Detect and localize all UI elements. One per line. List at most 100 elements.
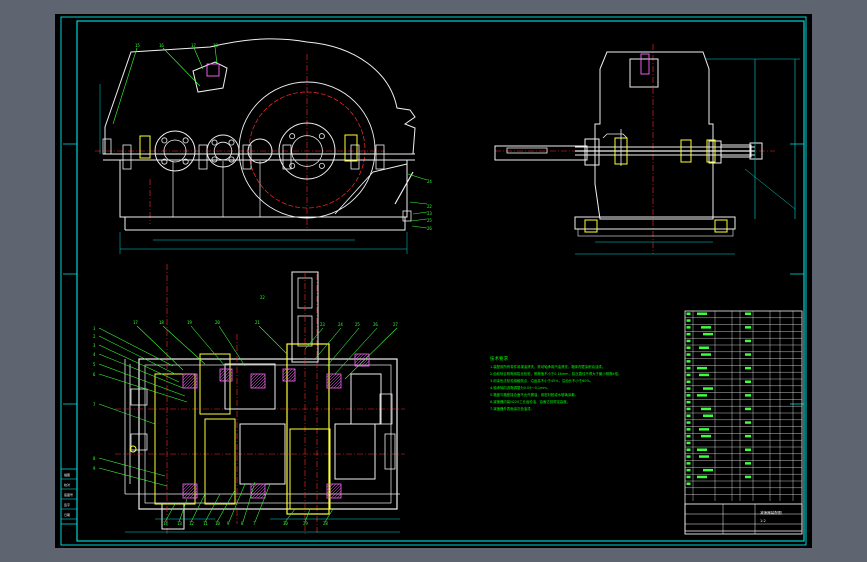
bom-qty-mark — [745, 421, 751, 424]
front-balloon: 22 — [427, 204, 432, 209]
hatch-line — [354, 353, 368, 367]
bom-qty-mark — [745, 462, 751, 465]
bom-index-mark — [686, 428, 691, 431]
front-balloon: 25 — [427, 218, 432, 223]
hatch-line — [326, 373, 334, 381]
plan-balloon-top: 21 — [255, 320, 260, 325]
bolt-hole — [289, 162, 296, 169]
front-view — [95, 38, 428, 254]
front-balloon: 17 — [191, 43, 196, 48]
plan-balloon-bottom: 30 — [283, 521, 288, 526]
bom-name-mark — [699, 346, 709, 349]
hatch-line — [257, 490, 266, 499]
bom-name-mark — [697, 475, 707, 479]
bom-name-mark — [701, 407, 711, 411]
hatched-bearing — [250, 483, 266, 499]
plan-section-view — [115, 264, 405, 534]
bom-index-mark — [686, 407, 691, 411]
leader-line — [98, 363, 186, 397]
front-balloon: 24 — [427, 179, 432, 184]
foot-bolt — [714, 219, 728, 233]
notes-line: 3.用涂色法检验接触斑点，沿齿高不小于45%，沿齿长不小于60%。 — [490, 378, 593, 383]
notes-line: 4.轴承轴向游隙调整为0.05～0.1mm。 — [490, 385, 550, 390]
stamp-cell: 底图号 — [64, 492, 73, 497]
front-balloon: 18 — [213, 43, 218, 48]
bom-border — [684, 310, 803, 532]
hatch-line — [182, 373, 196, 387]
leader-line — [98, 327, 174, 367]
hatch-line — [250, 373, 264, 387]
keyway — [506, 147, 548, 154]
plan-balloon-bottom: 9 — [227, 521, 230, 526]
bolt-hole — [228, 139, 235, 146]
base-foot — [124, 217, 406, 231]
drawing-scale: 1:2 — [760, 519, 766, 523]
technical-notes: 技术要求 1.装配前所有零件用煤油清洗，滚动轴承用汽油清洗，箱体内壁涂耐油油漆。… — [490, 355, 621, 411]
leader-line — [162, 325, 206, 365]
bolt-head — [602, 133, 628, 139]
side-base — [594, 154, 714, 220]
front-balloon: 26 — [427, 226, 432, 231]
stamp-cell: 日期 — [64, 512, 70, 517]
bolt-hole — [182, 137, 189, 144]
plan-balloon-left: 3 — [93, 343, 96, 348]
bom-index-mark — [686, 366, 691, 370]
foot-bolt — [584, 219, 598, 233]
hatch-line — [250, 373, 258, 381]
hatch-line — [182, 483, 190, 491]
hatch-line — [333, 380, 342, 389]
bom-name-mark — [699, 373, 709, 377]
side-cover — [599, 51, 714, 154]
bom-name-mark — [699, 455, 709, 458]
lifting-eye — [629, 58, 659, 88]
hatch-line — [254, 377, 266, 389]
hatch-line — [189, 490, 198, 499]
notes-heading: 技术要求 — [490, 355, 508, 362]
leader-line — [190, 325, 226, 367]
bearing-cap — [384, 433, 396, 470]
inspection-cover — [192, 61, 228, 93]
bolt-hole — [289, 133, 296, 140]
gearbox-cover — [104, 38, 416, 155]
notes-line: 2.齿轮啮合侧隙用铅丝检验，侧隙值不小于0.16mm，铅丝直径不得大于最小侧隙4… — [490, 371, 621, 376]
leader-line — [326, 327, 360, 367]
bom-qty-mark — [745, 434, 751, 438]
bom-name-mark — [697, 394, 707, 397]
bom-index-mark — [686, 455, 691, 458]
side-foot-bottom — [577, 228, 734, 237]
flange-bolt — [350, 144, 360, 170]
plan-balloon-bottom: 7 — [253, 521, 256, 526]
plan-balloon-top: 19 — [187, 320, 192, 325]
plan-balloon-bottom: 10 — [215, 521, 220, 526]
bom-qty-mark — [745, 353, 751, 356]
bom-name-mark — [701, 434, 711, 438]
bom-index-mark — [686, 475, 691, 479]
plan-balloon-bottom: 29 — [303, 521, 308, 526]
bom-name-mark — [703, 468, 713, 472]
bom-qty-mark — [745, 448, 751, 451]
bom-index-mark — [686, 326, 691, 329]
bom-index-mark — [686, 468, 691, 472]
leader-line — [98, 403, 156, 425]
drawing-viewport[interactable]: 技术要求 1.装配前所有零件用煤油清洗，滚动轴承用汽油清洗，箱体内壁涂耐油油漆。… — [55, 14, 812, 548]
gear-outline — [224, 363, 276, 410]
plan-balloon-top: 17 — [133, 320, 138, 325]
hatch-line — [282, 368, 287, 373]
bom-qty-mark — [745, 326, 751, 329]
hatch-line — [257, 380, 266, 389]
inner-border — [76, 20, 805, 542]
plan-balloon-top: 26 — [373, 322, 378, 327]
plan-balloon-left: 9 — [93, 466, 96, 471]
bom-qty-mark — [745, 407, 751, 411]
plan-balloon-bottom: 13 — [177, 521, 182, 526]
leader-line — [304, 327, 324, 350]
bom-qty-mark — [745, 339, 751, 343]
plan-balloon-bottom: 11 — [203, 521, 208, 526]
bom-qty-mark — [745, 394, 751, 397]
outer-border — [60, 16, 807, 546]
bom-index-mark — [686, 414, 691, 417]
parts-list-table — [684, 310, 803, 535]
plan-balloon-top: 22 — [260, 295, 265, 300]
leader-line — [112, 47, 138, 125]
leader-line — [218, 325, 246, 367]
